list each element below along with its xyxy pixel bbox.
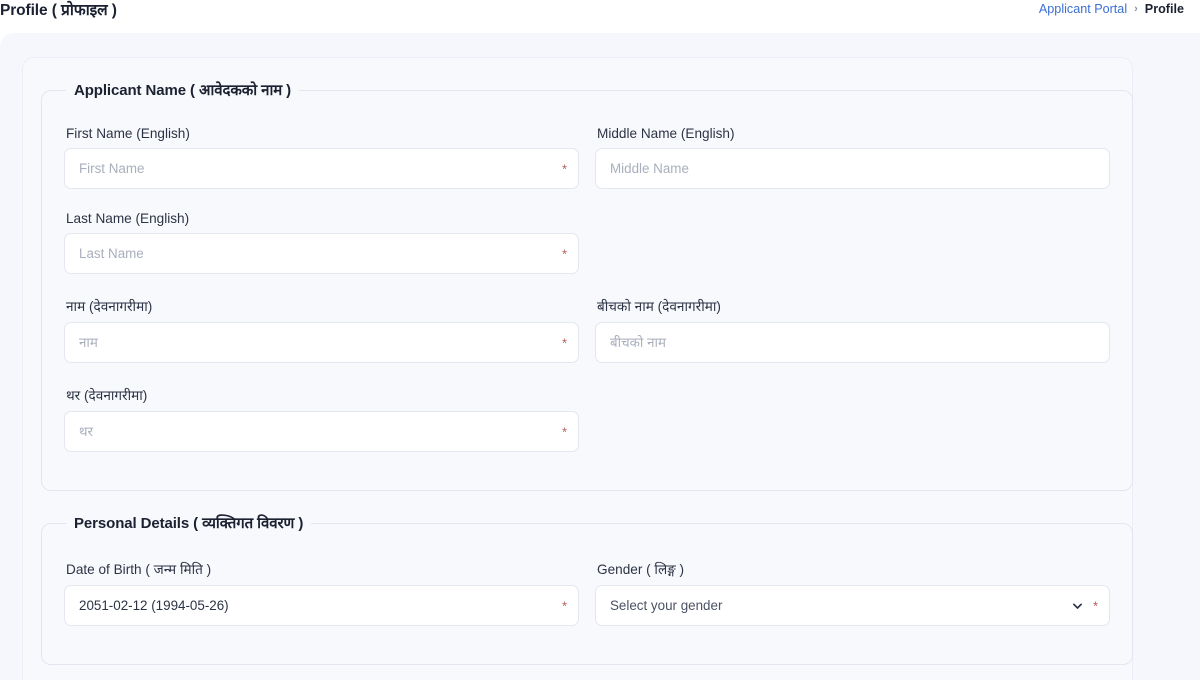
form-section: Applicant Name ( आवेदकको नाम ) First Name… [41, 80, 1133, 491]
form-field-date-of-birth: Date of Birth ( जन्म मिति ) * [64, 559, 579, 640]
page-title: Profile ( प्रोफाइल ) [0, 0, 117, 20]
field-wrapper: Middle Name (English) [595, 126, 1110, 189]
profile-form-card: Applicant Name ( आवेदकको नाम ) First Name… [22, 57, 1133, 680]
field-wrapper: थर (देवनागरीमा) * [64, 385, 579, 452]
gender-selected-value[interactable]: Select your gender [596, 586, 1109, 625]
form-section-legend: Applicant Name ( आवेदकको नाम ) [66, 80, 299, 100]
form-section: Personal Details ( व्यक्तिगत विवरण ) Date… [41, 513, 1133, 665]
form-section-legend: Personal Details ( व्यक्तिगत विवरण ) [66, 513, 311, 533]
date-of-birth-input[interactable] [65, 586, 578, 625]
middle-name-devanagari-control[interactable] [595, 322, 1110, 363]
form-row: Date of Birth ( जन्म मिति ) * Gender ( लिङ… [64, 559, 1110, 640]
breadcrumb-current-profile: Profile [1145, 2, 1184, 16]
breadcrumb: Applicant Portal › Profile [1039, 2, 1184, 16]
first-name-devanagari-label: नाम (देवनागरीमा) [66, 296, 579, 315]
form-row: नाम (देवनागरीमा) * बीचको नाम (देवनागरीमा) [64, 296, 1110, 377]
middle-name-devanagari-input[interactable] [596, 323, 1109, 362]
first-name-input[interactable] [65, 149, 578, 188]
middle-name-control[interactable] [595, 148, 1110, 189]
gender-control[interactable]: Select your gender* [595, 585, 1110, 626]
field-wrapper: First Name (English) * [64, 126, 579, 189]
field-wrapper: Last Name (English) * [64, 211, 579, 274]
first-name-label: First Name (English) [66, 126, 579, 141]
gender-label: Gender ( लिङ्ग ) [597, 559, 1110, 578]
form-row: First Name (English) * Middle Name (Englis… [64, 126, 1110, 203]
middle-name-devanagari-label: बीचको नाम (देवनागरीमा) [597, 296, 1110, 315]
form-row: Last Name (English) * [64, 211, 1110, 288]
form-field-first-name-devanagari: नाम (देवनागरीमा) * [64, 296, 579, 377]
form-field-middle-name: Middle Name (English) [595, 126, 1110, 203]
form-field-gender: Gender ( लिङ्ग ) Select your gender* [595, 559, 1110, 640]
field-wrapper: Gender ( लिङ्ग ) Select your gender* [595, 559, 1110, 626]
breadcrumb-separator-icon: › [1134, 3, 1138, 15]
last-name-devanagari-input[interactable] [65, 412, 578, 451]
field-wrapper: बीचको नाम (देवनागरीमा) [595, 296, 1110, 363]
form-field-last-name: Last Name (English) * [64, 211, 579, 288]
first-name-control[interactable]: * [64, 148, 579, 189]
breadcrumb-link-applicant-portal[interactable]: Applicant Portal [1039, 2, 1127, 16]
field-wrapper: नाम (देवनागरीमा) * [64, 296, 579, 363]
first-name-devanagari-control[interactable]: * [64, 322, 579, 363]
form-field-first-name: First Name (English) * [64, 126, 579, 203]
date-of-birth-label: Date of Birth ( जन्म मिति ) [66, 559, 579, 578]
form-row: थर (देवनागरीमा) * [64, 385, 1110, 466]
last-name-devanagari-label: थर (देवनागरीमा) [66, 385, 579, 404]
first-name-devanagari-input[interactable] [65, 323, 578, 362]
form-field-middle-name-devanagari: बीचको नाम (देवनागरीमा) [595, 296, 1110, 377]
page-body: Applicant Name ( आवेदकको नाम ) First Name… [0, 33, 1200, 680]
last-name-label: Last Name (English) [66, 211, 579, 226]
date-of-birth-control[interactable]: * [64, 585, 579, 626]
page-header: Profile ( प्रोफाइल ) Applicant Portal › … [0, 0, 1200, 33]
middle-name-label: Middle Name (English) [597, 126, 1110, 141]
field-wrapper: Date of Birth ( जन्म मिति ) * [64, 559, 579, 626]
middle-name-input[interactable] [596, 149, 1109, 188]
last-name-control[interactable]: * [64, 233, 579, 274]
last-name-input[interactable] [65, 234, 578, 273]
form-field-last-name-devanagari: थर (देवनागरीमा) * [64, 385, 579, 466]
last-name-devanagari-control[interactable]: * [64, 411, 579, 452]
